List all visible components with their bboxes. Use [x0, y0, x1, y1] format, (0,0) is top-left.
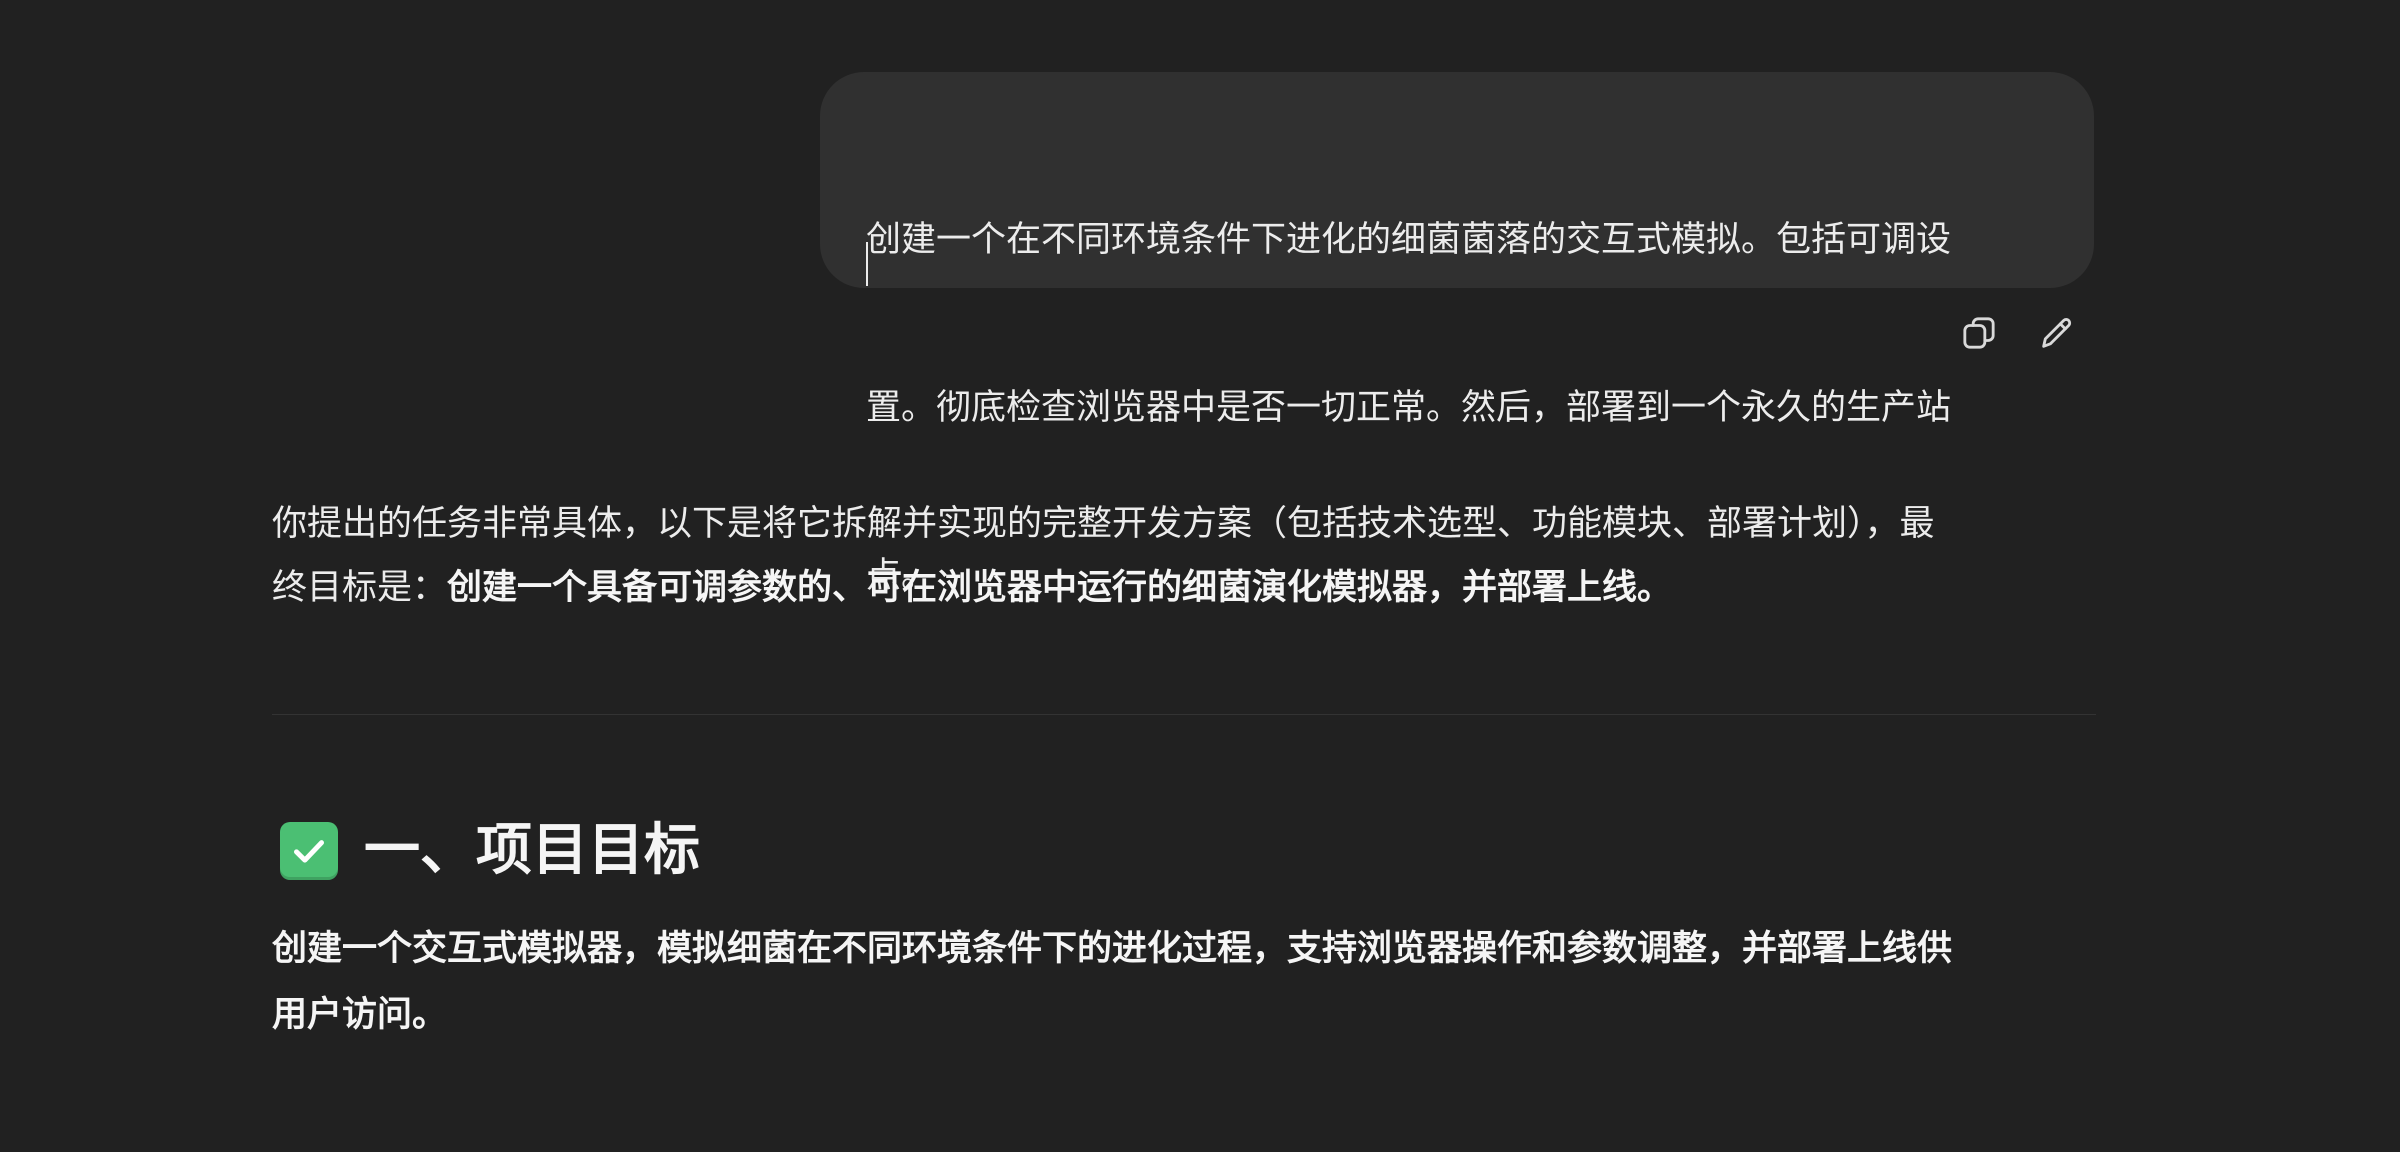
- section-body: 创建一个交互式模拟器，模拟细菌在不同环境条件下的进化过程，支持浏览器操作和参数调…: [272, 916, 2096, 1048]
- edit-button[interactable]: [2036, 312, 2078, 354]
- text-caret: [866, 242, 868, 286]
- intro-line-1: 你提出的任务非常具体，以下是将它拆解并实现的完整开发方案（包括技术选型、功能模块…: [272, 504, 1935, 544]
- message-actions: [1958, 312, 2078, 354]
- check-mark-button-icon: [280, 822, 338, 880]
- pencil-icon: [2042, 318, 2072, 348]
- copy-icon: [1963, 317, 1995, 349]
- user-message-bubble: 创建一个在不同环境条件下进化的细菌菌落的交互式模拟。包括可调设 置。彻底检查浏览…: [820, 72, 2094, 596]
- user-message-text: 创建一个在不同环境条件下进化的细菌菌落的交互式模拟。包括可调设 置。彻底检查浏览…: [866, 100, 2046, 772]
- assistant-intro: 你提出的任务非常具体，以下是将它拆解并实现的完整开发方案（包括技术选型、功能模块…: [272, 492, 2096, 620]
- chat-page: 创建一个在不同环境条件下进化的细菌菌落的交互式模拟。包括可调设 置。彻底检查浏览…: [0, 0, 2400, 1152]
- user-message-line: 创建一个在不同环境条件下进化的细菌菌落的交互式模拟。包括可调设: [866, 220, 1952, 260]
- section-heading: 一、项目目标: [280, 814, 700, 888]
- assistant-message: 你提出的任务非常具体，以下是将它拆解并实现的完整开发方案（包括技术选型、功能模块…: [272, 492, 2096, 620]
- section-title: 一、项目目标: [364, 818, 700, 883]
- intro-line-2: 终目标是：: [272, 568, 448, 608]
- section-divider: [272, 714, 2096, 715]
- section-body-line-1: 创建一个交互式模拟器，模拟细菌在不同环境条件下的进化过程，支持浏览器操作和参数调…: [272, 929, 1953, 969]
- copy-button[interactable]: [1958, 312, 2000, 354]
- section-body-line-2: 用户访问。: [272, 995, 448, 1035]
- user-message-line: 置。彻底检查浏览器中是否一切正常。然后，部署到一个永久的生产站: [866, 388, 1952, 428]
- intro-goal-bold: 创建一个具备可调参数的、可在浏览器中运行的细菌演化模拟器，并部署上线。: [447, 568, 1673, 608]
